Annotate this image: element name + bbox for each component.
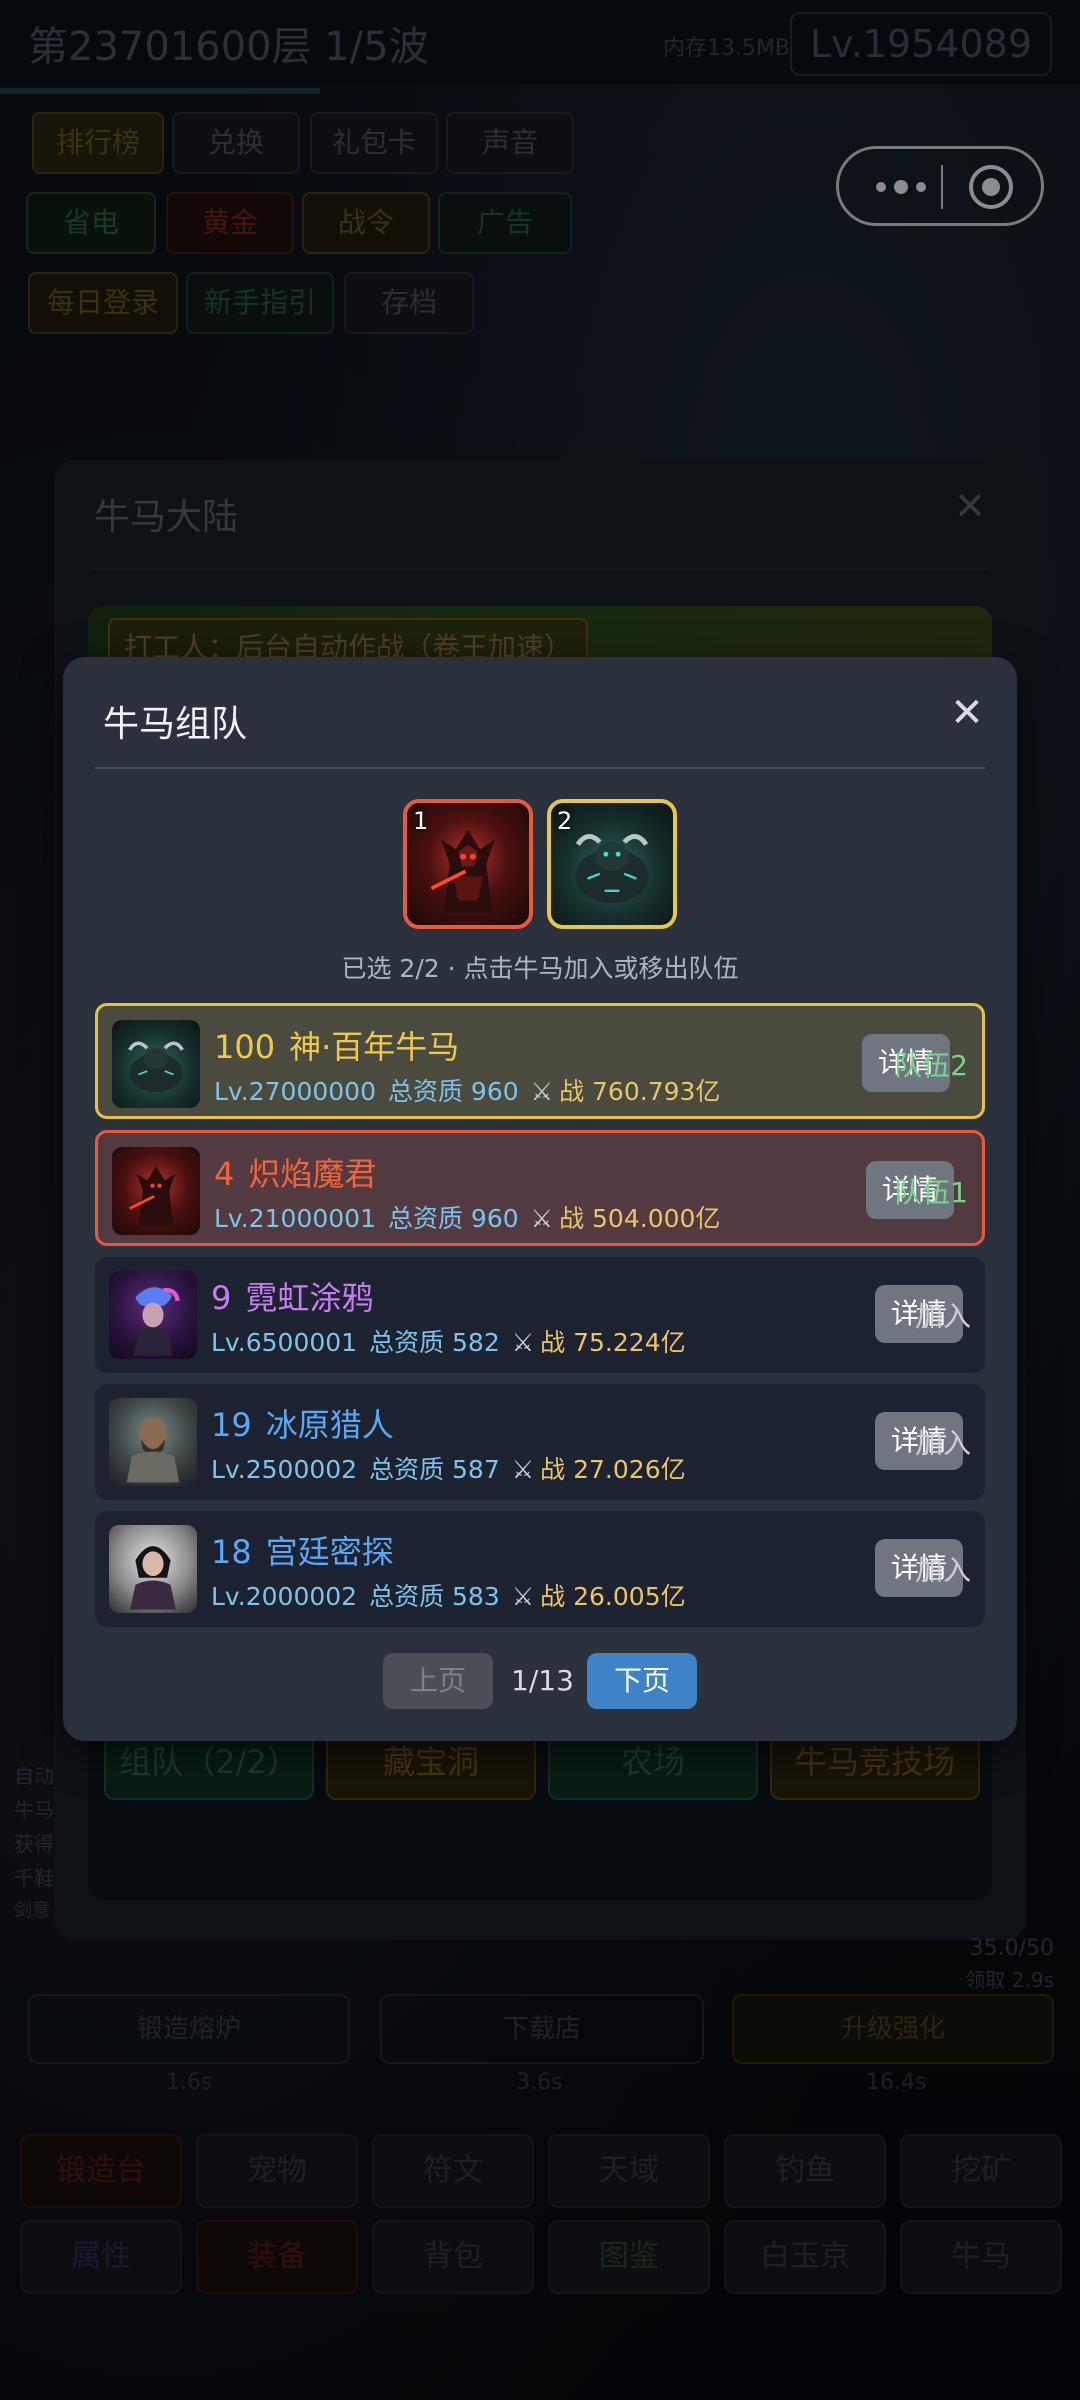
- join-button[interactable]: 加入: [915, 1549, 971, 1589]
- modal-title: 牛马组队: [103, 704, 248, 745]
- card-number: 4: [214, 1155, 235, 1193]
- niuma-card[interactable]: 9 霓虹涂鸦 Lv.6500001 总资质 582 ⚔ 战 75.224亿 详情 加入: [95, 1257, 985, 1373]
- card-quality: 总资质 582: [369, 1328, 500, 1357]
- card-quality: 总资质 960: [387, 1204, 519, 1233]
- card-level: Lv.27000000: [214, 1077, 376, 1106]
- card-stats: Lv.2500002 总资质 587 ⚔ 战 27.026亿: [211, 1450, 686, 1486]
- card-name: 炽焰魔君: [248, 1155, 377, 1193]
- hunter-avatar: [109, 1398, 197, 1486]
- card-number: 100: [214, 1028, 276, 1066]
- card-name-line: 9 霓虹涂鸦: [211, 1273, 373, 1319]
- selected-count-hint: 已选 2/2 · 点击牛马加入或移出队伍: [341, 954, 739, 983]
- card-stats: Lv.27000000 总资质 960 ⚔ 战 760.793亿: [214, 1072, 720, 1108]
- card-quality: 总资质 583: [369, 1582, 500, 1611]
- card-power: 战 75.224亿: [540, 1328, 686, 1357]
- team-slot-number: 1: [413, 807, 429, 835]
- card-level: Lv.2000002: [211, 1582, 358, 1611]
- prev-page-button[interactable]: 上页: [383, 1653, 493, 1709]
- card-stats: Lv.21000001 总资质 960 ⚔ 战 504.000亿: [214, 1199, 720, 1235]
- spy-icon: [130, 1546, 176, 1610]
- hunter-icon: [126, 1417, 180, 1483]
- join-button[interactable]: 加入: [915, 1295, 971, 1335]
- card-level: Lv.2500002: [211, 1455, 358, 1484]
- bull-icon: [128, 1041, 184, 1093]
- pagination: 上页 1/13 下页: [63, 1653, 1017, 1711]
- join-button[interactable]: 加入: [915, 1422, 971, 1462]
- card-quality: 总资质 960: [387, 1077, 519, 1106]
- card-name-line: 19 冰原猎人: [211, 1400, 394, 1446]
- niuma-card[interactable]: 19 冰原猎人 Lv.2500002 总资质 587 ⚔ 战 27.026亿 详情 加入: [95, 1384, 985, 1500]
- card-name-line: 18 宫廷密探: [211, 1527, 394, 1573]
- card-power: 战 26.005亿: [540, 1582, 686, 1611]
- team-slot-2[interactable]: 2: [547, 799, 677, 929]
- demon-avatar: [112, 1147, 200, 1235]
- spy-avatar: [109, 1525, 197, 1613]
- card-number: 9: [211, 1279, 232, 1317]
- sword-icon: ⚔: [511, 1582, 535, 1611]
- team-slot-number: 2: [557, 807, 573, 835]
- card-name-line: 4 炽焰魔君: [214, 1149, 376, 1195]
- niuma-card[interactable]: 4 炽焰魔君 Lv.21000001 总资质 960 ⚔ 战 504.000亿 详情 队…: [95, 1130, 985, 1246]
- niuma-card[interactable]: 100 神·百年牛马 Lv.27000000 总资质 960 ⚔ 战 760.793亿 …: [95, 1003, 985, 1119]
- card-stats: Lv.2000002 总资质 583 ⚔ 战 26.005亿: [211, 1577, 686, 1613]
- card-number: 18: [211, 1533, 252, 1571]
- card-level: Lv.6500001: [211, 1328, 358, 1357]
- neon-character-icon: [133, 1287, 180, 1356]
- modal-divider: [95, 767, 985, 769]
- card-quality: 总资质 587: [369, 1455, 500, 1484]
- card-power: 战 760.793亿: [559, 1077, 721, 1106]
- demon-warrior-icon: [129, 1166, 176, 1227]
- sword-icon: ⚔: [511, 1328, 535, 1357]
- card-power: 战 504.000亿: [559, 1204, 721, 1233]
- card-power: 战 27.026亿: [540, 1455, 686, 1484]
- team-status[interactable]: 队伍2: [894, 1044, 968, 1084]
- card-name: 宫廷密探: [265, 1533, 394, 1571]
- sword-icon: ⚔: [530, 1204, 554, 1233]
- neon-avatar: [109, 1271, 197, 1359]
- card-number: 19: [211, 1406, 252, 1444]
- card-name: 神·百年牛马: [289, 1028, 460, 1066]
- card-stats: Lv.6500001 总资质 582 ⚔ 战 75.224亿: [211, 1323, 686, 1359]
- card-name: 霓虹涂鸦: [245, 1279, 374, 1317]
- page-indicator: 1/13: [511, 1664, 574, 1697]
- team-slot-1[interactable]: 1: [403, 799, 533, 929]
- niuma-card[interactable]: 18 宫廷密探 Lv.2000002 总资质 583 ⚔ 战 26.005亿 详情 加入: [95, 1511, 985, 1627]
- team-modal: 牛马组队 ✕ 1 2 已选 2/2 · 点击牛马加入或移出队伍 100 神·百年…: [63, 657, 1017, 1741]
- sword-icon: ⚔: [511, 1455, 535, 1484]
- close-icon[interactable]: ✕: [941, 687, 993, 739]
- card-name-line: 100 神·百年牛马: [214, 1022, 459, 1068]
- bull-avatar: [112, 1020, 200, 1108]
- next-page-button[interactable]: 下页: [587, 1653, 697, 1709]
- sword-icon: ⚔: [530, 1077, 554, 1106]
- card-level: Lv.21000001: [214, 1204, 376, 1233]
- team-status[interactable]: 队伍1: [894, 1171, 968, 1211]
- card-name: 冰原猎人: [265, 1406, 394, 1444]
